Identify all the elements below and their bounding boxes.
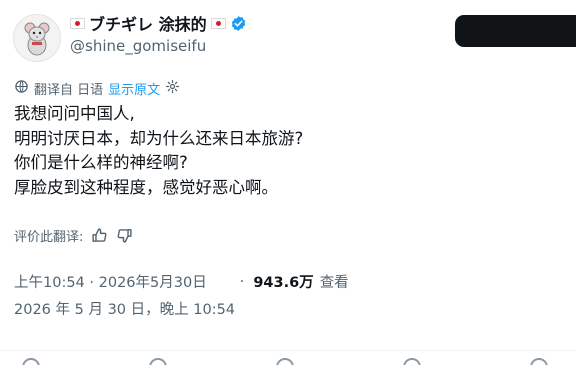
views-label: 查看 <box>319 275 349 291</box>
divider <box>0 350 576 351</box>
tweet-text: 我想问问中国人, 明明讨厌日本，却为什么还来日本旅游? 你们是什么样的神经啊? … <box>14 102 554 200</box>
action-bar <box>14 358 574 365</box>
translated-from-label: 翻译自 日语 <box>34 83 104 98</box>
like-icon[interactable] <box>276 358 294 365</box>
verified-badge-icon <box>230 15 247 32</box>
rate-translation-row: 评价此翻译: <box>14 226 133 245</box>
meta-separator: · <box>239 273 245 290</box>
tweet-line: 我想问问中国人, <box>14 104 135 123</box>
local-time-text: 2026 年 5 月 30 日，晚上 10:54 <box>14 302 236 318</box>
tweet-line: 你们是什么样的神经啊? <box>14 153 188 172</box>
reply-icon[interactable] <box>22 358 40 365</box>
thumbs-down-icon[interactable] <box>116 227 133 244</box>
tweet-line: 明明讨厌日本，却为什么还来日本旅游? <box>14 128 304 148</box>
author-handle[interactable]: @shine_gomiseifu <box>70 37 206 55</box>
tweet-line: 厚脸皮到这种程度，感觉好恶心啊。 <box>14 177 278 197</box>
thumbs-up-icon[interactable] <box>91 227 108 244</box>
show-original-link[interactable]: 显示原文 <box>108 79 160 98</box>
more-options-button[interactable] <box>455 15 576 47</box>
author-display-name[interactable]: ブチギレ 涂抹的 <box>89 11 207 35</box>
share-icon[interactable] <box>530 358 548 365</box>
views-count: 943.6万 <box>253 275 314 291</box>
japan-flag-icon <box>210 17 226 29</box>
japan-flag-icon <box>70 17 85 29</box>
translate-icon <box>14 79 29 98</box>
author-name-row[interactable]: ブチギレ 涂抹的 <box>70 12 247 34</box>
rat-avatar-icon[interactable] <box>13 14 61 62</box>
gear-icon[interactable] <box>165 79 180 98</box>
tweet-meta: 上午10:54 · 2026年5月30日 · 943.6万 查看 <box>14 271 349 292</box>
translation-bar: 翻译自 日语 显示原文 <box>14 79 180 98</box>
repost-icon[interactable] <box>149 358 167 365</box>
tweet-timestamp[interactable]: 上午10:54 · 2026年5月30日 <box>14 271 207 292</box>
rate-translation-label: 评价此翻译: <box>14 230 84 245</box>
tweet-page: ブチギレ 涂抹的 @shine_gomiseifu 翻译自 日语 显示原文 我想… <box>0 0 576 365</box>
bookmark-icon[interactable] <box>403 358 421 365</box>
